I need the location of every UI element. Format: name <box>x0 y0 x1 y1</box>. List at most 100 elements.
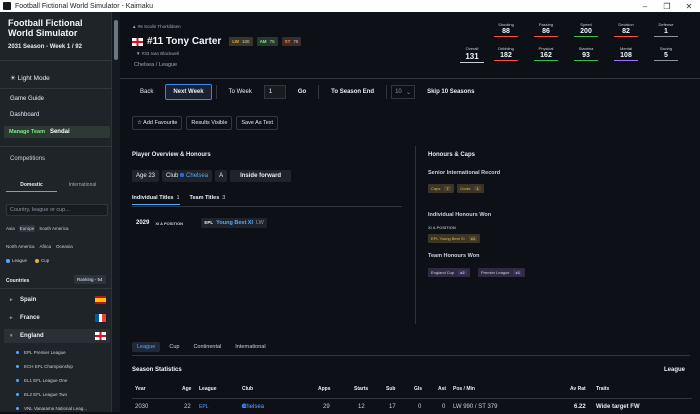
season-stats-title: Season Statistics <box>132 367 182 373</box>
country-england[interactable]: ▾ England <box>10 332 106 340</box>
region-oceania[interactable]: Oceania <box>55 243 74 250</box>
league-dot-icon <box>6 258 10 263</box>
next-week-button[interactable]: Next Week <box>165 84 212 100</box>
league-item[interactable]: VNL Vanarama National Leag... <box>16 406 87 411</box>
region-africa[interactable]: Africa <box>39 243 53 250</box>
league-dot-icon <box>16 365 19 368</box>
countries-header: Countries <box>6 278 30 284</box>
england-flag-icon <box>95 332 106 340</box>
game-guide-link[interactable]: Game Guide <box>10 96 44 102</box>
overview-header: Player Overview & Honours <box>132 152 211 158</box>
league-item[interactable]: ECH EFL Championship <box>16 364 73 369</box>
manage-team-button[interactable]: Manage Team Sendai <box>4 126 110 138</box>
region-europe[interactable]: Europe <box>18 225 36 232</box>
simulation-controls: Back Next Week To Week 1 Go To Season En… <box>132 84 482 100</box>
league-dot-icon <box>16 407 19 410</box>
tab-team-titles[interactable]: Team Titles 3 <box>190 195 226 205</box>
position-badge-st: ST 75 <box>281 37 302 46</box>
sidebar-scrollbar[interactable] <box>112 12 120 412</box>
divider <box>0 288 112 289</box>
attribute-grid: Overall 131 Shooting 88 Passing 86 Speed 20… <box>456 22 692 74</box>
league-item[interactable]: EL1 EFL League One <box>16 378 67 383</box>
stat-speed: Speed 200 <box>570 22 602 37</box>
cup-dot-icon <box>35 258 40 263</box>
france-flag-icon <box>95 314 106 322</box>
stat-decision: Decision 82 <box>610 22 642 37</box>
caret-down-icon: ▾ <box>10 333 13 339</box>
divider <box>132 355 690 356</box>
caret-right-icon: ▸ <box>10 315 13 321</box>
back-button[interactable]: Back <box>132 84 161 100</box>
scrollbar-thumb[interactable] <box>114 20 118 60</box>
tab-domestic[interactable]: Domestic <box>6 182 57 192</box>
table-row[interactable]: 2030 22 EPL Chelsea 29 12 17 0 0 LW 990 … <box>132 404 692 414</box>
tab-cup[interactable]: Cup <box>164 342 184 352</box>
league-item[interactable]: EPL Premier League <box>16 350 66 355</box>
position-badge-am: AM 75 <box>256 37 278 46</box>
individual-honours-header: Individual Honours Won <box>428 212 492 218</box>
tab-continental[interactable]: Continental <box>188 342 226 352</box>
stat-stamina: Stamina 93 <box>570 46 602 61</box>
league-dot-icon <box>16 393 19 396</box>
minimize-button[interactable]: – <box>634 2 656 11</box>
close-button[interactable]: ✕ <box>678 2 700 11</box>
window-titlebar: Football Fictional World Simulator - Kai… <box>0 0 700 12</box>
region-north-america[interactable]: North America <box>5 243 36 250</box>
league-dot-icon <box>16 379 19 382</box>
next-player-link[interactable]: ▼ #33 Ivan Blackwell <box>136 51 179 56</box>
app-title: Football Fictional World Simulator <box>8 18 83 38</box>
country-name: Spain <box>20 297 37 303</box>
region-south-america[interactable]: South America <box>38 225 69 232</box>
skip-seasons-button[interactable]: Skip 10 Seasons <box>419 84 482 100</box>
app-icon <box>3 2 11 10</box>
tab-international[interactable]: International <box>57 182 108 192</box>
tab-international[interactable]: International <box>230 342 270 352</box>
tab-individual-titles[interactable]: Individual Titles 1 <box>132 195 180 205</box>
add-favourite-button[interactable]: ☆ Add Favourite <box>132 116 183 130</box>
maximize-button[interactable]: ❐ <box>656 2 678 11</box>
ranking-button[interactable]: Ranking - 54 <box>74 275 106 284</box>
stat-defense: Defense 1 <box>650 22 682 37</box>
to-season-end-button[interactable]: To Season End <box>323 84 382 100</box>
light-mode-toggle[interactable]: ☀ Light Mode <box>10 74 50 82</box>
country-spain[interactable]: ▸ Spain <box>10 296 106 304</box>
to-week-label: To Week <box>228 89 252 95</box>
age-pill: Age 23 <box>132 170 160 182</box>
caret-right-icon: ▸ <box>10 297 13 303</box>
region-asia[interactable]: Asia <box>5 225 16 232</box>
stat-physical: Physical 162 <box>530 46 562 61</box>
stat-saving: Saving 5 <box>650 46 682 61</box>
manage-team-label: Manage Team <box>9 129 45 135</box>
country-france[interactable]: ▸ France <box>10 314 106 322</box>
tab-league[interactable]: League <box>132 342 161 352</box>
divider <box>0 88 112 89</box>
position-badge-lw: LW 100 <box>229 37 253 46</box>
player-header: ▲ #6 Scalin Thorkildsen #11 Tony Carter … <box>120 12 700 78</box>
caps-badge: Caps 7 <box>428 184 454 193</box>
stat-passing: Passing 86 <box>530 22 562 37</box>
league-item[interactable]: EL2 EFL League Two <box>16 392 67 397</box>
divider <box>215 85 217 99</box>
country-name: England <box>20 333 44 339</box>
stat-overall: Overall 131 <box>456 46 488 63</box>
role-pill: Inside forward <box>230 170 292 182</box>
results-visible-button[interactable]: Results Visible <box>186 116 233 130</box>
skip-seasons-select[interactable]: 10 ⌄ <box>391 85 416 99</box>
go-button[interactable]: Go <box>290 84 314 100</box>
team-honour-badge: Premier League x1 <box>478 268 525 277</box>
save-as-text-button[interactable]: Save As Text <box>236 116 279 130</box>
foot-pill: A <box>215 170 228 182</box>
dashboard-link[interactable]: Dashboard <box>10 112 39 118</box>
divider <box>0 60 112 61</box>
player-name: #11 Tony Carter <box>147 36 222 47</box>
chevron-down-icon: ⌄ <box>406 90 412 96</box>
club-league-label: Chelsea / League <box>134 62 178 68</box>
stat-dribbling: Dribbling 182 <box>490 46 522 61</box>
spain-flag-icon <box>95 296 106 304</box>
competition-search-input[interactable]: Country, league or cup... <box>6 204 108 216</box>
divider <box>120 78 700 79</box>
previous-player-link[interactable]: ▲ #6 Scalin Thorkildsen <box>132 24 181 29</box>
divider <box>415 146 416 324</box>
week-input[interactable]: 1 <box>263 85 286 99</box>
intl-record-header: Senior International Record <box>428 170 501 176</box>
